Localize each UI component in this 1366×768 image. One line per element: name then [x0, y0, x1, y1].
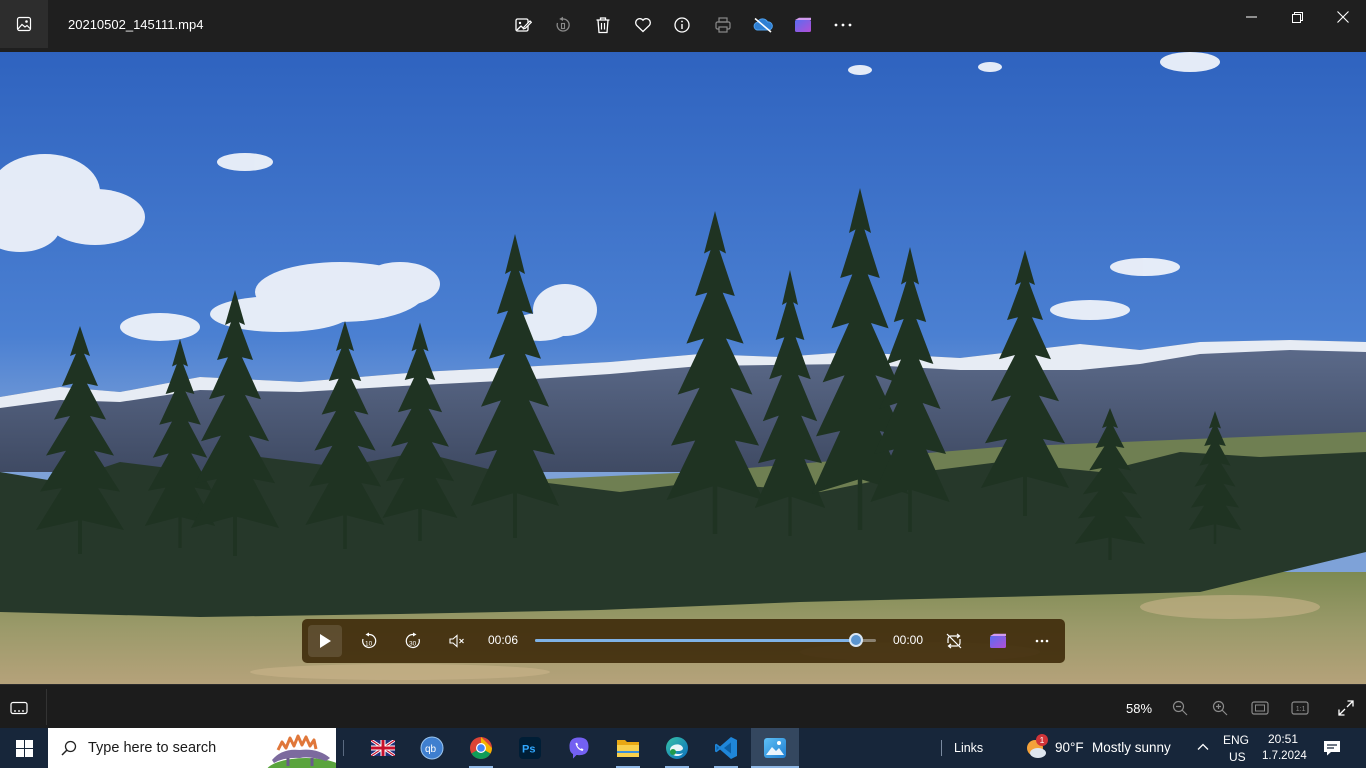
weather-condition[interactable]: Mostly sunny	[1092, 740, 1171, 755]
mute-icon	[449, 634, 464, 648]
svg-text:qb: qb	[425, 744, 437, 755]
more-icon	[1035, 639, 1049, 643]
delete-icon[interactable]	[588, 10, 618, 40]
search-icon	[61, 740, 77, 756]
elapsed-time: 00:06	[488, 633, 519, 647]
clipchamp-icon[interactable]	[788, 10, 818, 40]
svg-text:30: 30	[409, 641, 417, 648]
restore-icon[interactable]	[1274, 0, 1320, 34]
svg-text:1:1: 1:1	[1296, 706, 1306, 713]
forward-30-button[interactable]: 30	[396, 625, 430, 657]
media-controls: 10 30 00:06 00:00	[302, 619, 1065, 663]
fullscreen-icon[interactable]	[1333, 695, 1359, 721]
divider	[343, 740, 344, 756]
rewind-10-icon: 10	[362, 632, 377, 649]
seek-progress	[535, 639, 856, 642]
minimize-icon[interactable]	[1228, 0, 1274, 34]
search-highlight-illustration	[267, 734, 336, 768]
clock-date[interactable]: 1.7.2024	[1262, 750, 1307, 762]
weather-widget-icon[interactable]: 1	[1024, 734, 1048, 759]
divider	[941, 740, 942, 756]
input-language-bottom[interactable]: US	[1229, 750, 1246, 764]
viber-icon[interactable]	[555, 728, 603, 768]
info-icon[interactable]	[667, 10, 697, 40]
windows-start-icon[interactable]	[0, 728, 48, 768]
repeat-off-icon	[946, 633, 962, 649]
mute-button[interactable]	[440, 625, 474, 657]
play-button[interactable]	[308, 625, 342, 657]
links-toolbar[interactable]: Links	[954, 741, 983, 755]
zoom-in-icon[interactable]	[1207, 695, 1233, 721]
forward-30-icon: 30	[405, 632, 420, 649]
uk-flag-icon[interactable]	[359, 728, 407, 768]
zoom-bar: 58% 1:1	[0, 684, 1366, 728]
edge-icon[interactable]	[653, 728, 701, 768]
zoom-level: 58%	[1126, 701, 1153, 716]
actual-size-icon[interactable]: 1:1	[1287, 695, 1313, 721]
print-icon[interactable]	[708, 10, 738, 40]
taskbar-search-box[interactable]: Type here to search	[48, 728, 336, 768]
favorite-icon[interactable]	[628, 10, 658, 40]
taskbar: Type here to search qb Ps Links 1 90°F M…	[0, 728, 1366, 768]
show-hidden-icons-chevron-icon[interactable]	[1196, 740, 1210, 759]
remaining-time: 00:00	[893, 633, 924, 647]
media-more-button[interactable]	[1025, 625, 1059, 657]
search-placeholder: Type here to search	[88, 740, 217, 756]
repeat-button[interactable]	[937, 625, 971, 657]
weather-temperature[interactable]: 90°F	[1055, 740, 1084, 755]
filmstrip-icon[interactable]	[6, 695, 32, 721]
photos-icon[interactable]	[751, 728, 799, 768]
svg-text:10: 10	[365, 641, 373, 648]
svg-text:Ps: Ps	[522, 744, 535, 756]
title-bar: 20210502_145111.mp4	[0, 0, 1366, 52]
file-name: 20210502_145111.mp4	[68, 17, 204, 32]
clipchamp-button[interactable]	[981, 625, 1015, 657]
qbittorrent-icon[interactable]: qb	[408, 728, 456, 768]
input-language-top[interactable]: ENG	[1223, 733, 1249, 747]
photos-app-icon[interactable]	[0, 0, 48, 48]
seek-slider[interactable]	[535, 633, 876, 647]
weather-alert-badge: 1	[1036, 734, 1048, 746]
play-icon	[320, 634, 331, 648]
onedrive-off-icon[interactable]	[748, 10, 778, 40]
video-viewer[interactable]: 10 30 00:06 00:00	[0, 52, 1366, 684]
clock-time[interactable]: 20:51	[1268, 732, 1298, 746]
rewind-10-button[interactable]: 10	[352, 625, 386, 657]
rotate-icon[interactable]	[548, 10, 578, 40]
vscode-icon[interactable]	[702, 728, 750, 768]
notification-center-icon[interactable]	[1323, 739, 1341, 762]
more-icon[interactable]	[828, 10, 858, 40]
clipchamp-icon	[990, 633, 1006, 648]
zoom-out-icon[interactable]	[1167, 695, 1193, 721]
photoshop-icon[interactable]: Ps	[506, 728, 554, 768]
close-icon[interactable]	[1320, 0, 1366, 34]
seek-thumb[interactable]	[848, 633, 863, 647]
chrome-icon[interactable]	[457, 728, 505, 768]
video-frame	[0, 52, 1366, 684]
fit-window-icon[interactable]	[1247, 695, 1273, 721]
file-explorer-icon[interactable]	[604, 728, 652, 768]
edit-image-icon[interactable]	[508, 10, 538, 40]
divider	[46, 689, 47, 725]
